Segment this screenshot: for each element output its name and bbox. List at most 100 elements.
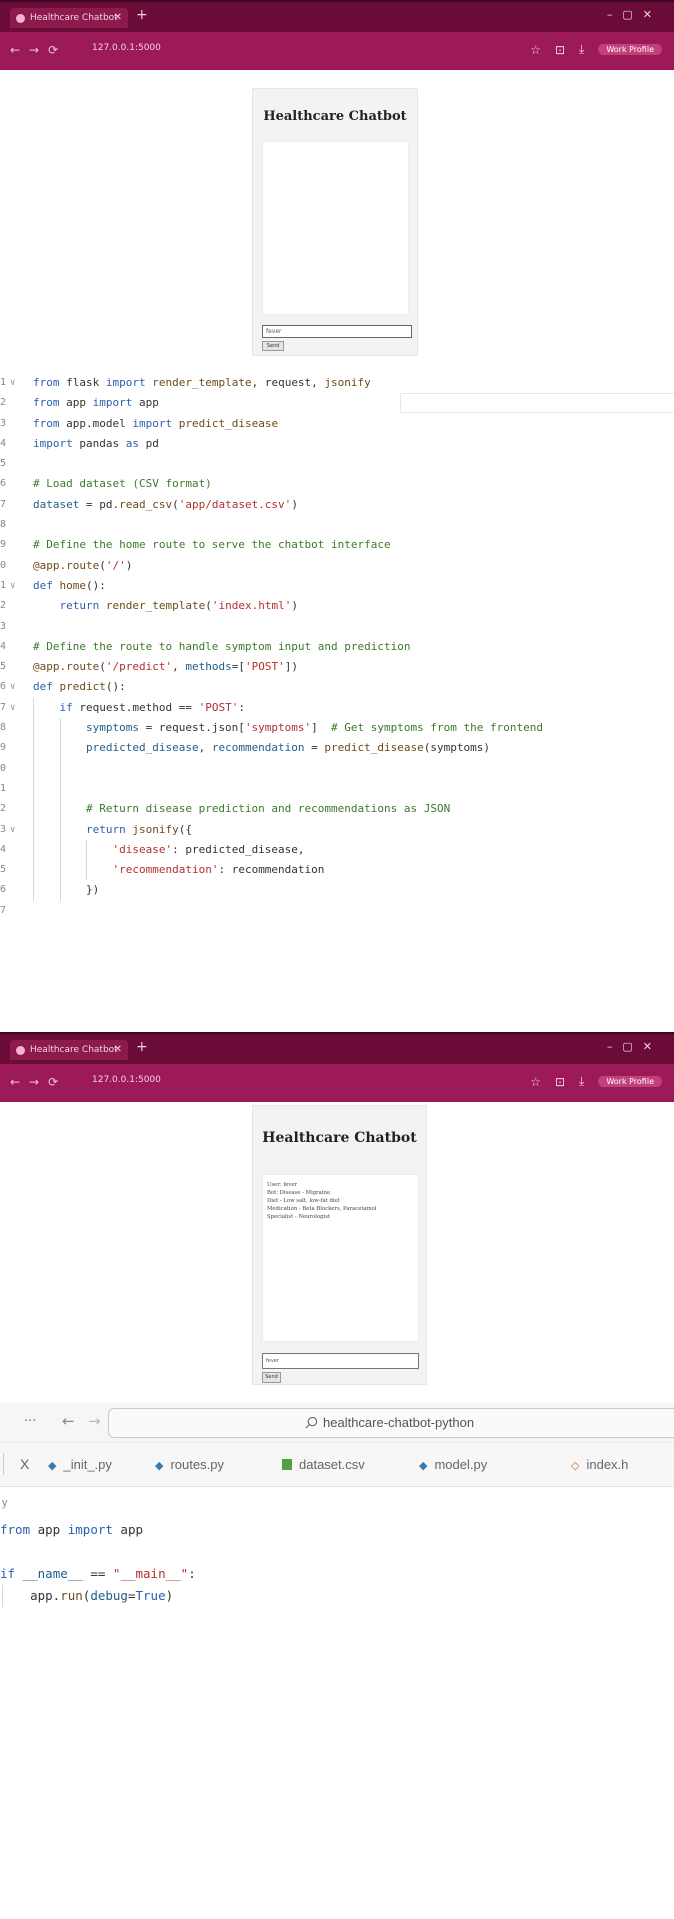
code-line: from app import app	[0, 1519, 674, 1541]
tab-label: index.h	[586, 1457, 629, 1472]
python-file-icon: ◆	[48, 1460, 57, 1472]
chatbot-container: Healthcare Chatbot User: fever Bot: Dise…	[252, 1105, 427, 1385]
code-line: 0 @app.route('/')	[0, 556, 674, 576]
code-line: 0	[0, 758, 674, 779]
url-field[interactable]: 127.0.0.1:5000	[92, 1075, 161, 1085]
chat-message: Specialist - Neurologist	[267, 1214, 331, 1220]
fold-chevron-icon[interactable]: ∨	[10, 576, 15, 596]
chat-message: User: fever	[267, 1182, 298, 1188]
browser-tabbar: Healthcare Chatbot ✕ + –▢✕	[0, 1032, 674, 1064]
editor-tabs: X ◆ _init_.py ◆ routes.py dataset.csv ◆ mod…	[0, 1443, 674, 1487]
browser-tab[interactable]: Healthcare Chatbot ✕	[10, 8, 128, 28]
tab-model-py[interactable]: ◆ model.py	[419, 1457, 487, 1472]
chatbot-container: Healthcare Chatbot fever Send	[252, 88, 418, 356]
fold-chevron-icon[interactable]: ∨	[10, 820, 15, 840]
line-number: 0	[0, 762, 7, 774]
new-tab-button[interactable]: +	[136, 7, 148, 23]
line-number: 9	[0, 742, 7, 754]
code-text: dataset = pd.read_csv('app/dataset.csv')	[33, 497, 298, 511]
download-icon[interactable]: ⤓	[579, 1074, 584, 1089]
favorites-icon[interactable]: ⊡	[555, 1075, 565, 1089]
send-button[interactable]: Send	[262, 1372, 281, 1383]
python-file-icon: ◆	[419, 1460, 428, 1472]
code-line: 1	[0, 778, 674, 800]
nav-buttons[interactable]: ←→⟳	[10, 43, 67, 57]
fold-chevron-icon[interactable]: ∨	[10, 373, 15, 393]
tab-routes-py[interactable]: ◆ routes.py	[155, 1457, 224, 1472]
line-number: 3	[0, 417, 7, 429]
close-tab-icon[interactable]: ✕	[114, 8, 122, 28]
line-number: 4	[0, 640, 7, 652]
code-run-py: y from app import app if __name__ == "__m…	[0, 1497, 674, 1607]
close-tab-icon[interactable]: ✕	[114, 1040, 122, 1060]
indent-guide	[33, 758, 34, 779]
code-line: 7	[0, 901, 674, 921]
code-line: 9 # Define the home route to serve the ch…	[0, 535, 674, 555]
code-line: 2 return render_template('index.html')	[0, 596, 674, 616]
code-line: 9 predicted_disease, recommendation = pr…	[0, 738, 674, 759]
more-icon[interactable]: ···	[24, 1414, 36, 1429]
tab-label: routes.py	[170, 1457, 224, 1472]
browser-address-bar: ←→⟳ 127.0.0.1:5000 ☆ ⊡ ⤓ Work Profile	[0, 1064, 674, 1102]
browser-tabbar: Healthcare Chatbot ✕ + –▢✕	[0, 0, 674, 32]
window-controls[interactable]: –▢✕	[607, 1040, 662, 1053]
indent-guide	[33, 778, 34, 800]
download-icon[interactable]: ⤓	[579, 42, 584, 57]
symptom-input[interactable]: fever	[262, 1353, 419, 1369]
tab-dataset-csv[interactable]: dataset.csv	[282, 1457, 365, 1472]
chatbot-title: Healthcare Chatbot	[263, 109, 407, 124]
code-line: 2 from app import app	[0, 393, 674, 413]
code-text: import pandas as pd	[33, 436, 159, 450]
line-number: 8	[0, 519, 7, 531]
new-tab-button[interactable]: +	[136, 1039, 148, 1055]
line-number: 6	[0, 681, 7, 693]
line-number: 2	[0, 803, 7, 815]
fold-chevron-icon[interactable]: ∨	[10, 698, 15, 718]
extensions-icon[interactable]: ☆	[530, 43, 541, 57]
command-center-search[interactable]: healthcare-chatbot-python	[108, 1408, 674, 1438]
code-line: 1 ∨ from flask import render_template, req…	[0, 373, 674, 393]
send-button[interactable]: Send	[262, 341, 284, 351]
browser-tab-title: Healthcare Chatbot	[30, 1045, 118, 1055]
code-line: 2 # Return disease prediction and recomm…	[0, 799, 674, 820]
code-line: 7 dataset = pd.read_csv('app/dataset.csv'…	[0, 495, 674, 515]
back-arrow-icon[interactable]: ←	[62, 1412, 75, 1430]
breadcrumb: y	[2, 1497, 8, 1509]
code-text: 'recommendation': recommendation	[112, 863, 325, 877]
code-text: from app import app	[0, 1522, 144, 1537]
line-number: 9	[0, 539, 7, 551]
code-text: from app.model import predict_disease	[33, 416, 279, 430]
code-text: return jsonify({	[85, 822, 192, 836]
code-text: if __name__ == "__main__":	[0, 1566, 196, 1581]
code-text: # Load dataset (CSV format)	[33, 477, 212, 491]
close-icon[interactable]: X	[20, 1456, 29, 1472]
fold-chevron-icon[interactable]: ∨	[10, 677, 15, 697]
browser-tab-title: Healthcare Chatbot	[30, 13, 118, 23]
extensions-icon[interactable]: ☆	[530, 1075, 541, 1089]
url-field[interactable]: 127.0.0.1:5000	[92, 43, 161, 53]
window-controls[interactable]: –▢✕	[607, 8, 662, 21]
code-text: @app.route('/')	[33, 558, 133, 572]
line-number: 5	[0, 458, 7, 470]
chat-message: Medication - Beta Blockers, Paracetamol	[267, 1206, 377, 1212]
line-number: 0	[0, 559, 7, 571]
forward-arrow-icon[interactable]: →	[88, 1412, 101, 1430]
code-text: 'disease': predicted_disease,	[112, 842, 305, 856]
line-number: 8	[0, 722, 7, 734]
tab-init-py[interactable]: ◆ _init_.py	[48, 1457, 112, 1472]
tab-index-html[interactable]: ◇ index.h	[571, 1457, 628, 1472]
nav-buttons[interactable]: ←→⟳	[10, 1075, 67, 1089]
browser-window-2: Healthcare Chatbot ✕ + –▢✕ ←→⟳ 127.0.0.1…	[0, 1032, 674, 1102]
browser-tab[interactable]: Healthcare Chatbot ✕	[10, 1040, 128, 1060]
symptom-input[interactable]: fever	[262, 325, 412, 338]
favorites-icon[interactable]: ⊡	[555, 43, 565, 57]
profile-button[interactable]: Work Profile	[598, 44, 662, 55]
line-number: 4	[0, 437, 7, 449]
line-number: 5	[0, 864, 7, 876]
tab-label: _init_.py	[63, 1457, 112, 1472]
tab-divider	[3, 1453, 4, 1475]
tab-label: model.py	[434, 1457, 488, 1472]
profile-button[interactable]: Work Profile	[598, 1076, 662, 1087]
line-number: 6	[0, 478, 7, 490]
